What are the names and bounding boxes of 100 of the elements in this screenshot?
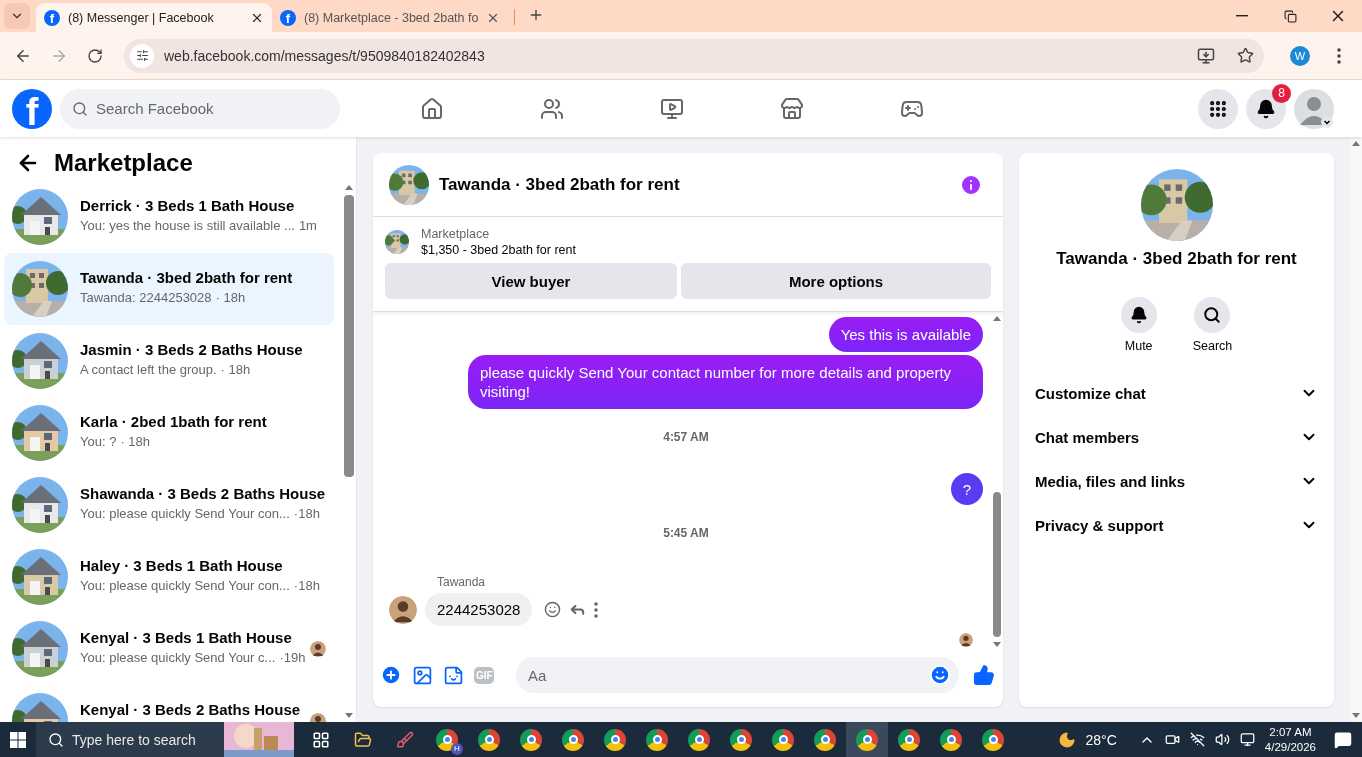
conversation-item[interactable]: Karla · 2bed 1bath for rent You: ? · 18h (4, 397, 334, 469)
browser-button[interactable] (846, 722, 888, 757)
message-time: · 18h (120, 434, 151, 449)
browser-icon (688, 728, 710, 751)
search-field[interactable]: Search Facebook (60, 88, 340, 129)
like-button[interactable] (973, 664, 995, 686)
profile-badge: H (451, 742, 463, 755)
browser-icon (982, 728, 1004, 751)
mute-button[interactable] (1120, 297, 1157, 333)
plus-icon (528, 7, 544, 23)
video-icon (660, 96, 684, 121)
sliders-icon (135, 49, 149, 62)
menu-grid-button[interactable] (1198, 88, 1238, 129)
smiley-icon[interactable] (544, 601, 562, 618)
add-button[interactable] (380, 664, 402, 686)
sent-message: ? (951, 473, 983, 505)
action-label: Search (1192, 339, 1233, 353)
sender-name: Tawanda (437, 575, 486, 589)
avatar (959, 633, 973, 647)
install-icon[interactable] (1197, 46, 1215, 65)
more-options-button[interactable]: More options (681, 263, 991, 299)
bell-icon (1256, 98, 1276, 119)
chat-title: Tawanda · 3bed 2bath for rent (439, 174, 680, 195)
scroll-up-arrow[interactable] (344, 183, 354, 191)
action-label: Mute (1124, 339, 1153, 353)
emoji-icon[interactable] (929, 664, 951, 686)
sent-message: Yes this is available (828, 317, 983, 352)
temperature: 28°C (1085, 731, 1117, 748)
reload-icon (87, 47, 103, 64)
notification-badge: 8 (1272, 83, 1291, 103)
sticker-icon (443, 664, 464, 686)
browser-tab[interactable]: f (8) Messenger | Facebook (36, 3, 272, 32)
conversation-item[interactable]: Kenyal · 3 Beds 1 Bath House You: please quickly Send Your c... ·19h (4, 613, 334, 685)
section-item[interactable]: Chat members (1027, 415, 1326, 459)
message-timestamp: 5:45 AM (663, 526, 709, 540)
brush-icon (396, 730, 414, 749)
message-preview: You: please quickly Send Your c... (80, 650, 276, 665)
section-item[interactable]: Media, files and links (1027, 459, 1326, 503)
display-icon[interactable] (1239, 732, 1255, 747)
scroll-up-arrow[interactable] (992, 314, 1002, 322)
browser-icon (478, 728, 500, 751)
conversation-item[interactable]: Haley · 3 Beds 1 Bath House You: please quickly Send Your con... ·18h (4, 541, 334, 613)
conversation-name: Tawanda · 3bed 2bath for rent (80, 269, 294, 286)
conversation-name: Shawanda · 3 Beds 2 Baths House (80, 485, 326, 502)
facebook-logo[interactable]: f (12, 88, 52, 129)
notifications-button[interactable] (1246, 88, 1286, 129)
more-icon[interactable] (594, 601, 599, 618)
browser-icon (604, 728, 626, 751)
listing-title: $1,350 - 3bed 2bath for rent (421, 243, 576, 257)
section-item[interactable]: Customize chat (1027, 371, 1326, 415)
volume-icon[interactable] (1214, 732, 1230, 747)
browser-icon (520, 728, 542, 751)
address-bar[interactable]: web.facebook.com/messages/t/9509840182402843 (124, 38, 1264, 73)
profile-button[interactable] (1294, 88, 1334, 129)
conversation-item[interactable]: Derrick · 3 Beds 1 Bath House You: yes the house is still available ... 1m (4, 181, 334, 253)
avatar (389, 595, 417, 624)
view-buyer-button[interactable]: View buyer (385, 263, 677, 299)
notifications-icon[interactable] (1334, 730, 1352, 749)
message-timestamp: 4:57 AM (663, 430, 709, 444)
scroll-up-arrow[interactable] (1351, 139, 1361, 147)
scroll-down-arrow[interactable] (344, 712, 354, 720)
sidebar-title: Marketplace (54, 149, 193, 177)
conversation-name: Kenyal · 3 Beds 2 Baths House (80, 701, 298, 718)
folder-icon (354, 730, 372, 749)
browser-button[interactable]: H (426, 722, 468, 757)
clock[interactable]: 2:07 AM 4/29/2026 (1264, 724, 1316, 755)
section-item[interactable]: Privacy & support (1027, 503, 1326, 547)
scrollbar-thumb[interactable] (344, 195, 354, 478)
profile-avatar[interactable]: W (1290, 45, 1310, 66)
network-icon[interactable] (1189, 732, 1205, 747)
message-time: 1m (298, 218, 317, 233)
taskbar-search-field[interactable]: Type here to search (36, 722, 224, 757)
message-time: · 18h (215, 290, 246, 305)
site-settings-button[interactable] (130, 43, 154, 68)
grid-icon (1208, 98, 1228, 119)
task-view-icon (312, 730, 330, 749)
sent-message: please quickly Send Your contact number for more details and property visiting! (468, 355, 983, 409)
conversation-item[interactable]: Tawanda · 3bed 2bath for rent Tawanda: 2244253028 · 18h (4, 253, 334, 325)
browser-tab[interactable]: f (8) Marketplace - 3bed 2bath fo (272, 3, 508, 32)
listing-label: Marketplace (421, 227, 490, 241)
people-icon (540, 96, 564, 121)
message-preview: You: please quickly Send Your con... (80, 506, 290, 521)
bookmark-icon[interactable] (1237, 47, 1254, 64)
scroll-down-arrow[interactable] (1351, 712, 1361, 720)
search-button[interactable] (1194, 297, 1231, 333)
message-input[interactable]: Aa (516, 657, 959, 693)
camera-icon[interactable] (1164, 732, 1180, 747)
photo-button[interactable] (412, 664, 433, 686)
sticker-button[interactable] (443, 664, 464, 686)
conversation-item[interactable]: Shawanda · 3 Beds 2 Baths House You: please quickly Send Your con... ·18h (4, 469, 334, 541)
conversation-item[interactable]: Jasmin · 3 Beds 2 Baths House A contact left the group. · 18h (4, 325, 334, 397)
browser-icon (562, 728, 584, 751)
facebook-icon: f (44, 9, 60, 26)
message-preview: A contact left the group. (80, 362, 217, 377)
message-time: ·19h (279, 650, 306, 665)
browser-icon (730, 728, 752, 751)
scroll-down-arrow[interactable] (992, 641, 1002, 649)
scrollbar-thumb[interactable] (993, 492, 1001, 637)
image-icon (412, 664, 433, 686)
browser-icon (772, 728, 794, 751)
